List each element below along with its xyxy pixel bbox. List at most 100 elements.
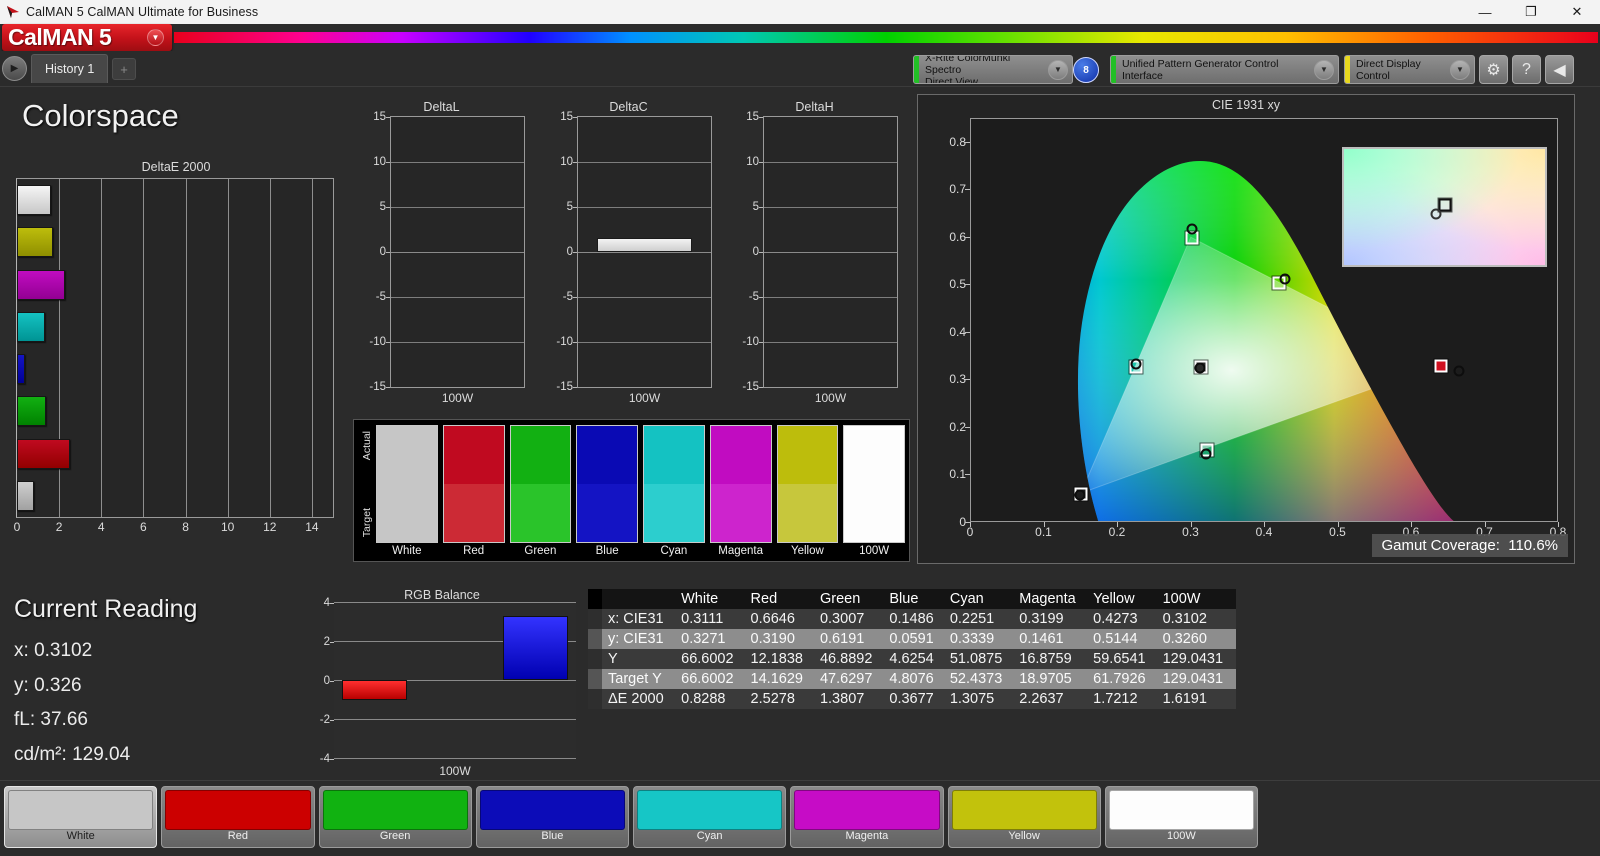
table-cell: 2.5278 xyxy=(746,689,815,709)
cie-x-tick-mark xyxy=(1117,522,1118,527)
table-column-header: Cyan xyxy=(945,589,1014,609)
table-cell: 129.0431 xyxy=(1158,669,1236,689)
rgb-balance-title: RGB Balance xyxy=(308,588,576,602)
cie-x-tick-mark xyxy=(1338,522,1339,527)
maximize-button[interactable]: ❐ xyxy=(1508,0,1554,24)
gridline xyxy=(578,162,711,163)
pattern-button-red[interactable]: Red xyxy=(161,786,314,848)
swatch-actual-label: Actual xyxy=(361,431,373,460)
swatch-column: Magenta xyxy=(710,425,772,561)
table-cell: 1.3075 xyxy=(945,689,1014,709)
pattern-button-100w[interactable]: 100W xyxy=(1105,786,1258,848)
axis-tick: -15 xyxy=(742,381,759,393)
pattern-button-magenta[interactable]: Magenta xyxy=(790,786,943,848)
cie-whitepoint-inset xyxy=(1342,147,1547,267)
table-row-label: ΔE 2000 xyxy=(602,689,676,709)
reading-label: x: xyxy=(14,640,34,661)
axis-tick: 14 xyxy=(305,520,318,534)
table-cell: 51.0875 xyxy=(945,649,1014,669)
swatch-label: 100W xyxy=(843,543,905,561)
meter-selector[interactable]: X-Rite ColorMunki Spectro Direct View ▼ xyxy=(913,55,1073,84)
pattern-color-chip xyxy=(1109,790,1254,830)
swatch-label: Blue xyxy=(576,543,638,561)
close-button[interactable]: ✕ xyxy=(1554,0,1600,24)
display-control-selector[interactable]: Direct Display Control ▼ xyxy=(1344,55,1475,84)
axis-tick: -4 xyxy=(320,753,330,765)
gridline xyxy=(334,602,576,603)
table-cell: 0.0591 xyxy=(884,629,944,649)
cie-y-tick: 0.3 xyxy=(926,372,966,386)
swatch-actual xyxy=(644,426,704,484)
pattern-button-yellow[interactable]: Yellow xyxy=(948,786,1101,848)
swatch-column: Blue xyxy=(576,425,638,561)
chevron-down-icon[interactable]: ▼ xyxy=(1450,60,1470,80)
tab-history-1[interactable]: History 1 xyxy=(31,54,108,83)
cie-x-tick-mark xyxy=(970,522,971,527)
cie-x-tick: 0.4 xyxy=(1256,525,1273,539)
add-tab-button[interactable]: + xyxy=(112,58,136,80)
minimize-button[interactable]: — xyxy=(1462,0,1508,24)
meter-count-badge[interactable]: 8 xyxy=(1073,57,1099,83)
chevron-down-icon[interactable]: ▼ xyxy=(1048,60,1068,80)
rgb-balance-plot-area xyxy=(334,602,576,760)
cie-y-tick: 0.5 xyxy=(926,277,966,291)
swatch-label: Magenta xyxy=(710,543,772,561)
pattern-color-chip xyxy=(323,790,468,830)
workflow-play-button[interactable]: ▶ xyxy=(2,56,27,81)
axis-tick: -10 xyxy=(369,336,386,348)
current-reading-panel: Current Reading x: 0.3102y: 0.326fL: 37.… xyxy=(14,595,314,772)
chevron-down-icon[interactable]: ▼ xyxy=(1314,60,1334,80)
cie-plot-area[interactable] xyxy=(970,118,1558,522)
table-column-header: White xyxy=(676,589,745,609)
calman-logo-button[interactable]: CalMAN 5 ▼ xyxy=(2,24,172,51)
table-cell: 59.6541 xyxy=(1088,649,1157,669)
table-cell: 0.3102 xyxy=(1158,609,1236,629)
pattern-button-label: Yellow xyxy=(952,830,1097,844)
table-row-label: Target Y xyxy=(602,669,676,689)
pattern-button-cyan[interactable]: Cyan xyxy=(633,786,786,848)
cie-x-tick-mark xyxy=(1044,522,1045,527)
pattern-generator-selector[interactable]: Unified Pattern Generator Control Interf… xyxy=(1110,55,1339,84)
table-cell: 61.7926 xyxy=(1088,669,1157,689)
reading-row: y: 0.326 xyxy=(14,669,314,704)
axis-tick: 2 xyxy=(56,520,63,534)
table-column-header: 100W xyxy=(1158,589,1236,609)
gridline xyxy=(334,719,576,720)
table-cell: 52.4373 xyxy=(945,669,1014,689)
table-column-header: Yellow xyxy=(1088,589,1157,609)
table-cell: 129.0431 xyxy=(1158,649,1236,669)
deltac-chart: DeltaC 151050-5-10-15 100W xyxy=(545,100,712,405)
table-cell: 66.6002 xyxy=(676,669,745,689)
gridline xyxy=(764,297,897,298)
deltae-bar-magenta xyxy=(17,270,65,300)
deltae-x-axis: 02468101214 xyxy=(16,518,334,538)
cie-y-tick: 0.4 xyxy=(926,325,966,339)
settings-button[interactable]: ⚙ xyxy=(1479,55,1508,84)
table-cell: 2.2637 xyxy=(1014,689,1088,709)
pattern-button-white[interactable]: White xyxy=(4,786,157,848)
table-cell: 0.6191 xyxy=(815,629,884,649)
swatch-actual xyxy=(778,426,838,484)
table-cell: 0.3339 xyxy=(945,629,1014,649)
table-cell: 0.1461 xyxy=(1014,629,1088,649)
table-cell: 4.6254 xyxy=(884,649,944,669)
gridline xyxy=(391,342,524,343)
pattern-button-green[interactable]: Green xyxy=(319,786,472,848)
help-button[interactable]: ? xyxy=(1512,55,1541,84)
pattern-button-label: 100W xyxy=(1109,830,1254,844)
pattern-button-blue[interactable]: Blue xyxy=(476,786,629,848)
axis-tick: 10 xyxy=(373,156,386,168)
swatch-target xyxy=(644,484,704,542)
table-column-header: Green xyxy=(815,589,884,609)
deltal-chart: DeltaL 151050-5-10-15 100W xyxy=(358,100,525,405)
deltae-bar-cyan xyxy=(17,312,45,342)
cie-x-tick: 0.1 xyxy=(1035,525,1052,539)
pattern-color-chip xyxy=(8,790,153,830)
table-row-marker xyxy=(588,689,602,709)
table-cell: 1.6191 xyxy=(1158,689,1236,709)
chevron-down-icon[interactable]: ▼ xyxy=(147,29,164,46)
swatch-column: White xyxy=(376,425,438,561)
deltac-bar xyxy=(597,238,693,252)
gridline xyxy=(764,162,897,163)
collapse-panel-button[interactable]: ◀ xyxy=(1545,55,1574,84)
